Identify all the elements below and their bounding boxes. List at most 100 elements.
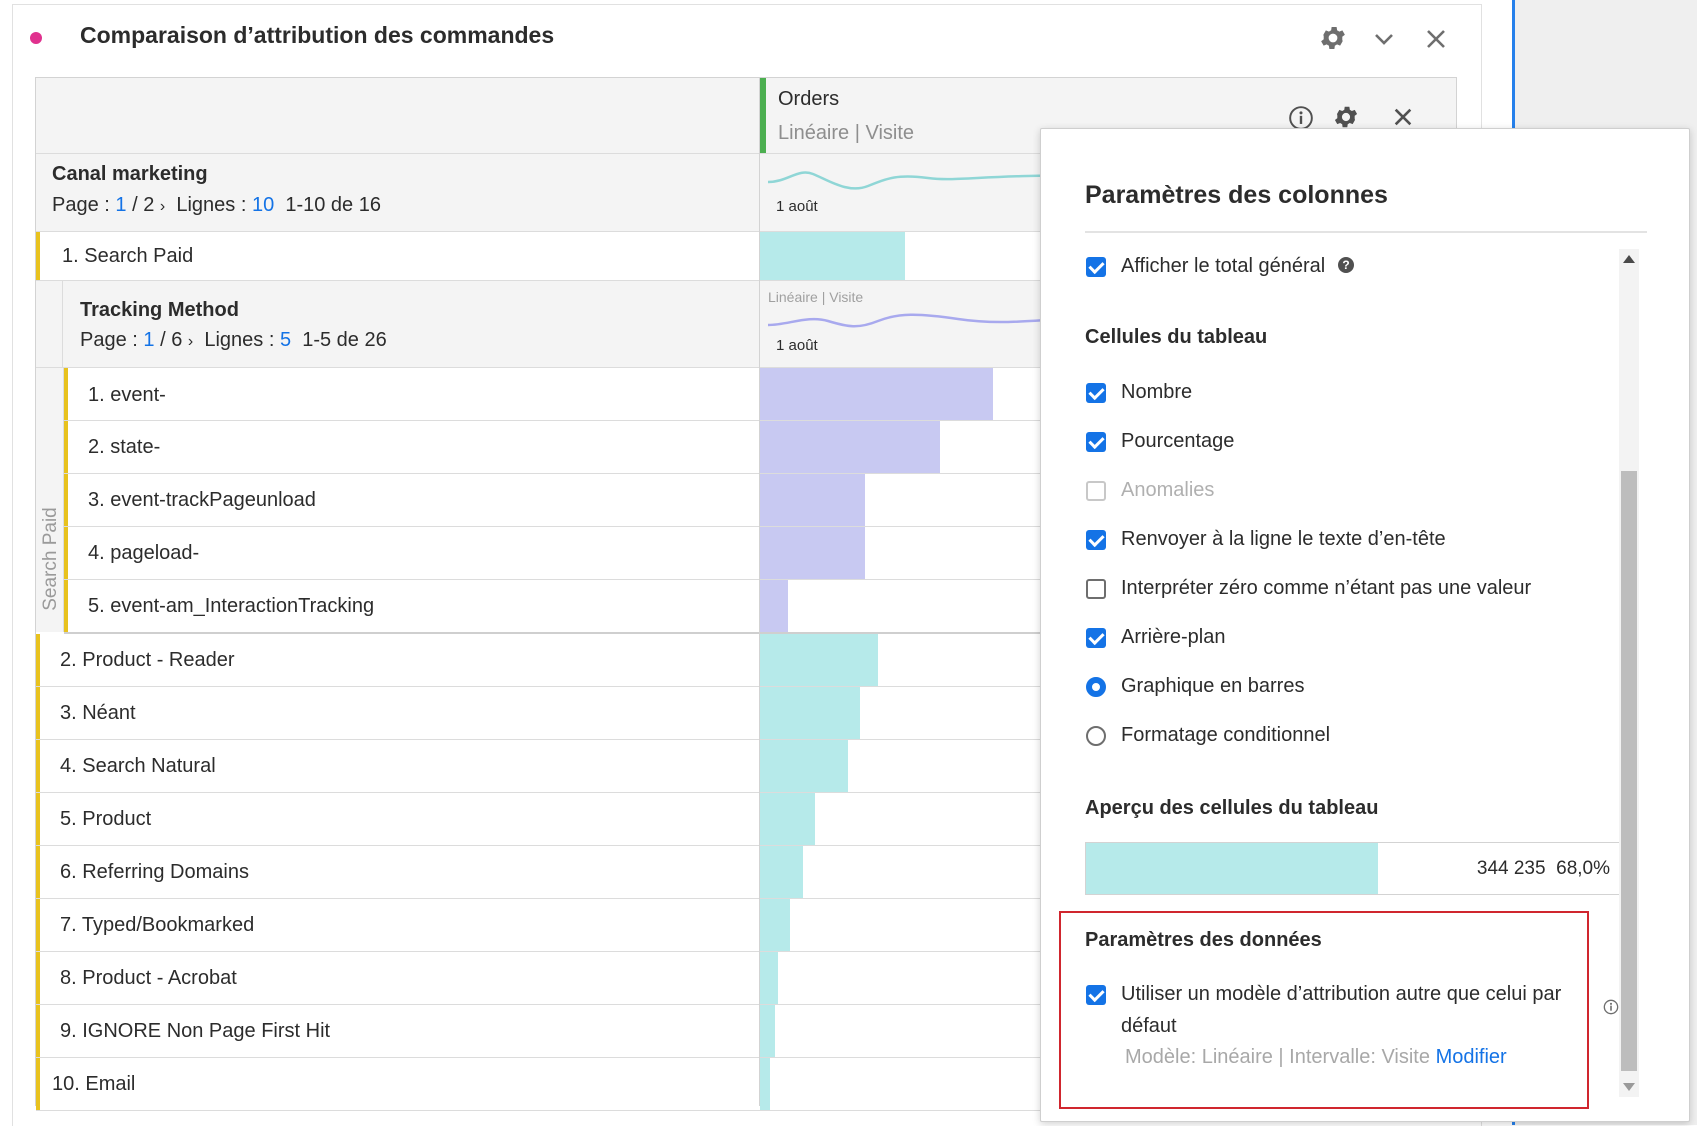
sparkline-date: 1 août [776, 198, 818, 215]
row-label[interactable]: 10. Email [52, 1073, 135, 1096]
show-total-label: Afficher le total général [1121, 255, 1326, 277]
rows-per-page-link[interactable]: 10 [252, 194, 274, 216]
option-label: Renvoyer à la ligne le texte d’en-tête [1121, 528, 1446, 550]
row-label[interactable]: 3. event-trackPageunload [88, 489, 316, 512]
chevron-down-icon[interactable] [1372, 27, 1396, 55]
dimension-name[interactable]: Canal marketing [52, 163, 208, 186]
modify-link[interactable]: Modifier [1436, 1046, 1507, 1068]
scrollbar-track[interactable] [1619, 249, 1639, 1097]
close-icon[interactable] [1424, 27, 1448, 55]
radio-conditional-formatting[interactable] [1086, 726, 1106, 746]
breakdown-side-label-column: Search Paid [36, 368, 64, 632]
row-marker [64, 474, 68, 526]
row-marker [36, 846, 40, 898]
scroll-down-icon[interactable] [1623, 1083, 1635, 1091]
column-settings-popover: Paramètres des colonnes Afficher le tota… [1040, 128, 1690, 1122]
rows-range: 1-5 de 26 [302, 329, 387, 351]
row-bar [760, 952, 778, 1004]
row-marker [36, 899, 40, 951]
metric-name[interactable]: Orders [778, 88, 839, 111]
row-label[interactable]: 1. Search Paid [62, 245, 193, 268]
show-total-checkbox[interactable] [1086, 257, 1106, 277]
checkbox-percentage[interactable] [1086, 432, 1106, 452]
checkbox-zero-no-value[interactable] [1086, 579, 1106, 599]
info-icon[interactable] [1603, 999, 1619, 1020]
row-marker [36, 634, 40, 686]
checkbox-background[interactable] [1086, 628, 1106, 648]
chevron-right-icon[interactable]: › [188, 333, 193, 350]
row-bar [760, 1058, 770, 1110]
page-total: / 6 [160, 329, 183, 351]
popover-title: Paramètres des colonnes [1085, 181, 1388, 209]
row-marker [36, 1005, 40, 1057]
row-bar [760, 421, 940, 473]
row-bar [760, 474, 865, 526]
row-bar [760, 793, 815, 845]
page-label: Page : [80, 329, 138, 351]
row-marker [36, 232, 40, 280]
chevron-right-icon[interactable]: › [160, 198, 165, 215]
metric-attribution-label: Linéaire | Visite [778, 122, 915, 144]
metric-drag-handle[interactable] [759, 78, 766, 153]
table-cells-heading: Cellules du tableau [1085, 326, 1268, 348]
attribution-model-line: Modèle: Linéaire | Intervalle: Visite Mo… [1125, 1046, 1507, 1069]
row-label[interactable]: 8. Product - Acrobat [60, 967, 237, 990]
checkbox-count[interactable] [1086, 383, 1106, 403]
row-label[interactable]: 2. Product - Reader [60, 649, 235, 672]
checkbox-non-default-attribution[interactable] [1086, 985, 1106, 1005]
row-bar [760, 580, 788, 632]
row-bar [760, 527, 865, 579]
row-marker [64, 527, 68, 579]
preview-percent: 68,0% [1556, 858, 1610, 879]
row-marker [36, 687, 40, 739]
rows-per-page-link[interactable]: 5 [280, 329, 291, 351]
row-label[interactable]: 2. state- [88, 436, 160, 459]
row-marker [64, 421, 68, 473]
gear-icon[interactable] [1318, 23, 1348, 57]
attribution-option-label-cont: défaut [1121, 1015, 1177, 1037]
page-current-link[interactable]: 1 [115, 194, 126, 216]
row-bar [760, 1005, 775, 1057]
row-bar [760, 232, 905, 280]
row-label[interactable]: 9. IGNORE Non Page First Hit [60, 1020, 330, 1043]
page-current-link[interactable]: 1 [143, 329, 154, 351]
row-bar [760, 846, 803, 898]
row-bar [760, 740, 848, 792]
page-label: Page : [52, 194, 110, 216]
option-label: Interpréter zéro comme n’étant pas une v… [1121, 577, 1532, 599]
checkbox-wrap-header[interactable] [1086, 530, 1106, 550]
page-total: / 2 [132, 194, 155, 216]
rows-range: 1-10 de 16 [285, 194, 381, 216]
option-label: Graphique en barres [1121, 675, 1305, 697]
row-marker [64, 368, 68, 420]
row-label[interactable]: 4. pageload- [88, 542, 199, 565]
row-marker [36, 1058, 40, 1110]
scroll-up-icon[interactable] [1623, 255, 1635, 263]
row-label[interactable]: 1. event- [88, 384, 166, 407]
preview-heading: Aperçu des cellules du tableau [1085, 797, 1379, 819]
pagination: Page : 1 / 2 › Lignes : 10 1-10 de 16 [52, 194, 381, 217]
row-label[interactable]: 4. Search Natural [60, 755, 216, 778]
help-icon[interactable]: ? [1338, 257, 1354, 273]
row-label[interactable]: 7. Typed/Bookmarked [60, 914, 254, 937]
option-label: Anomalies [1121, 479, 1215, 501]
model-text: Modèle: Linéaire | Intervalle: Visite [1125, 1046, 1430, 1068]
dimension-name[interactable]: Tracking Method [80, 299, 239, 322]
radio-bar-chart[interactable] [1086, 677, 1106, 697]
row-marker [36, 740, 40, 792]
row-bar [760, 687, 860, 739]
row-label[interactable]: 6. Referring Domains [60, 861, 249, 884]
rows-label: Lignes : [204, 329, 275, 351]
panel-color-dot [30, 32, 42, 44]
row-label[interactable]: 5. Product [60, 808, 151, 831]
row-label[interactable]: 5. event-am_InteractionTracking [88, 595, 374, 618]
option-label: Nombre [1121, 381, 1193, 403]
row-label[interactable]: 3. Néant [60, 702, 136, 725]
sparkline-date: 1 août [776, 337, 818, 354]
row-marker [64, 580, 68, 632]
option-label: Pourcentage [1121, 430, 1235, 452]
attribution-option-label: Utiliser un modèle d’attribution autre q… [1121, 983, 1562, 1005]
row-bar [760, 368, 993, 420]
row-marker [36, 793, 40, 845]
scrollbar-thumb[interactable] [1621, 471, 1637, 1071]
